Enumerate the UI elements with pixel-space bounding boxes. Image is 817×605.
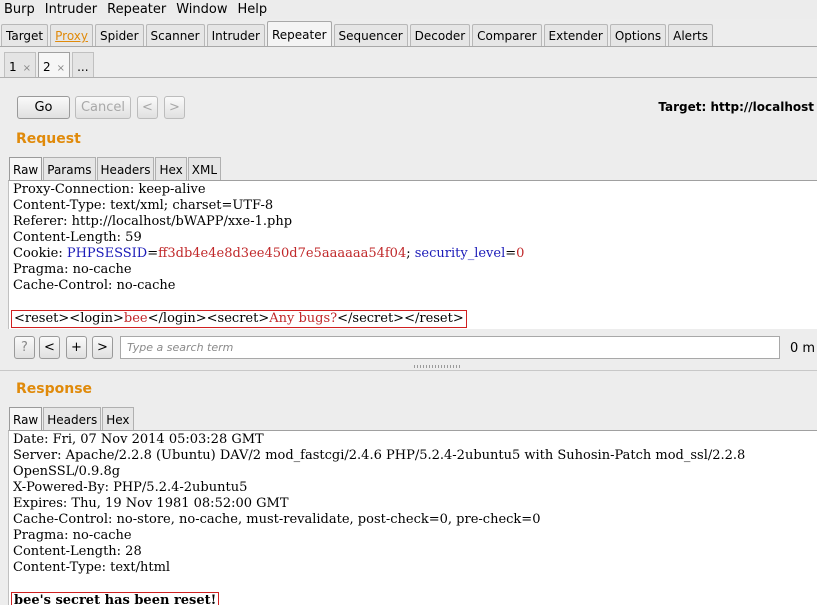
tab-target[interactable]: Target <box>1 24 49 46</box>
request-header-line: Content-Length: 59 <box>13 230 142 245</box>
tab-proxy[interactable]: Proxy <box>50 24 93 46</box>
repeater-tab-1[interactable]: 1 × <box>4 52 37 77</box>
add-button[interactable]: + <box>66 336 87 359</box>
tab-sequencer[interactable]: Sequencer <box>333 24 408 46</box>
response-header-line: Content-Length: 28 <box>13 544 142 559</box>
cancel-button[interactable]: Cancel <box>75 96 131 119</box>
response-body-line: bee's secret has been reset! <box>9 592 817 605</box>
new-tab-button[interactable]: ... <box>72 52 94 77</box>
menu-burp[interactable]: Burp <box>0 2 40 17</box>
tab-headers[interactable]: Headers <box>43 407 102 430</box>
tab-alerts[interactable]: Alerts <box>668 24 713 46</box>
highlighted-response-body: bee's secret has been reset! <box>11 592 220 605</box>
repeater-tab-2-label: 2 <box>43 60 51 74</box>
menu-help[interactable]: Help <box>233 2 273 17</box>
cookie-name: security_level <box>414 246 506 261</box>
help-button[interactable]: ? <box>14 336 35 359</box>
tab-hex[interactable]: Hex <box>102 407 134 430</box>
search-input[interactable]: Type a search term <box>120 336 780 359</box>
tab-hex[interactable]: Hex <box>155 157 187 180</box>
tab-scanner[interactable]: Scanner <box>145 24 205 46</box>
forward-button[interactable]: > <box>164 96 185 119</box>
cookie-line: Cookie: PHPSESSID=ff3db4e4e8d3ee450d7e5a… <box>9 246 817 262</box>
response-header-line: Expires: Thu, 19 Nov 1981 08:52:00 GMT <box>13 496 289 511</box>
main-tabs: Target Proxy Spider Scanner Intruder Rep… <box>1 21 817 46</box>
tab-spider[interactable]: Spider <box>95 24 144 46</box>
close-icon[interactable]: × <box>57 63 65 74</box>
cookie-value: ff3db4e4e8d3ee450d7e5aaaaaa54f04 <box>158 246 407 261</box>
response-header-line: Date: Fri, 07 Nov 2014 05:03:28 GMT <box>13 432 264 447</box>
request-header-line: Referer: http://localhost/bWAPP/xxe-1.ph… <box>13 214 293 229</box>
tab-options[interactable]: Options <box>609 24 667 46</box>
tab-raw[interactable]: Raw <box>9 407 43 430</box>
xml-tag: <secret> <box>206 311 270 326</box>
cookie-eq: = <box>147 246 159 261</box>
tab-headers[interactable]: Headers <box>96 157 155 180</box>
response-header-line: Server: Apache/2.2.8 (Ubuntu) DAV/2 mod_… <box>13 448 746 463</box>
response-header-line: Pragma: no-cache <box>13 528 132 543</box>
response-header-line: Content-Type: text/html <box>13 560 171 575</box>
response-header-line: X-Powered-By: PHP/5.2.4-2ubuntu5 <box>13 480 248 495</box>
drag-handle-icon[interactable] <box>414 365 460 368</box>
repeater-tab-2[interactable]: 2 × <box>38 52 71 77</box>
tab-extender[interactable]: Extender <box>543 24 608 46</box>
cookie-value: 0 <box>516 246 525 261</box>
request-title: Request <box>16 131 81 147</box>
next-match-button[interactable]: > <box>92 336 113 359</box>
menu-intruder[interactable]: Intruder <box>40 2 102 17</box>
xml-login-value: bee <box>123 311 148 326</box>
response-header-line: Cache-Control: no-store, no-cache, must-… <box>13 512 541 527</box>
highlighted-xml-body: <reset><login>bee</login><secret>Any bug… <box>11 310 467 328</box>
tab-xml[interactable]: XML <box>187 157 222 180</box>
tab-params[interactable]: Params <box>43 157 96 180</box>
repeater-tab-1-label: 1 <box>9 60 17 74</box>
match-count: 0 m <box>790 341 816 356</box>
xml-tag: <login> <box>69 311 124 326</box>
close-icon[interactable]: × <box>23 63 31 74</box>
split-pane-divider[interactable] <box>0 363 817 371</box>
cookie-prefix: Cookie: <box>13 246 67 261</box>
tab-raw[interactable]: Raw <box>9 157 43 180</box>
response-header-line: OpenSSL/0.9.8g <box>13 464 121 479</box>
request-header-line: Cache-Control: no-cache <box>13 278 176 293</box>
menu-bar: Burp Intruder Repeater Window Help <box>0 0 817 19</box>
repeater-tabs: 1 × 2 × ... <box>4 52 96 77</box>
go-button[interactable]: Go <box>17 96 70 119</box>
cookie-name: PHPSESSID <box>66 246 148 261</box>
xml-tag: </reset> <box>404 311 464 326</box>
tab-decoder[interactable]: Decoder <box>409 24 471 46</box>
response-editor-tabs: Raw Headers Hex <box>9 407 135 430</box>
xml-tag: </secret> <box>337 311 405 326</box>
request-header-line: Content-Type: text/xml; charset=UTF-8 <box>13 198 274 213</box>
xml-secret-value: Any bugs? <box>269 311 338 326</box>
tab-repeater[interactable]: Repeater <box>266 21 332 46</box>
xml-tag: </login> <box>147 311 207 326</box>
response-editor[interactable]: Date: Fri, 07 Nov 2014 05:03:28 GMT Serv… <box>8 430 817 605</box>
cookie-eq: = <box>505 246 517 261</box>
request-header-line: Pragma: no-cache <box>13 262 132 277</box>
tab-comparer[interactable]: Comparer <box>472 24 542 46</box>
tab-proxy-label: Proxy <box>55 29 88 43</box>
repeater-tab-divider <box>0 77 817 78</box>
target-label: Target: http://localhost <box>658 100 814 114</box>
back-button[interactable]: < <box>137 96 158 119</box>
xml-tag: <reset> <box>14 311 70 326</box>
tab-intruder[interactable]: Intruder <box>206 24 265 46</box>
menu-window[interactable]: Window <box>171 2 232 17</box>
response-title: Response <box>16 381 93 397</box>
request-header-line: Proxy-Connection: keep-alive <box>13 182 206 197</box>
request-editor[interactable]: Proxy-Connection: keep-alive Content-Typ… <box>8 180 817 329</box>
tab-divider <box>0 46 817 47</box>
request-body-line: <reset><login>bee</login><secret>Any bug… <box>9 310 817 328</box>
previous-match-button[interactable]: < <box>39 336 60 359</box>
request-editor-tabs: Raw Params Headers Hex XML <box>9 157 222 180</box>
menu-repeater[interactable]: Repeater <box>102 2 171 17</box>
cookie-sep: ; <box>406 246 415 261</box>
